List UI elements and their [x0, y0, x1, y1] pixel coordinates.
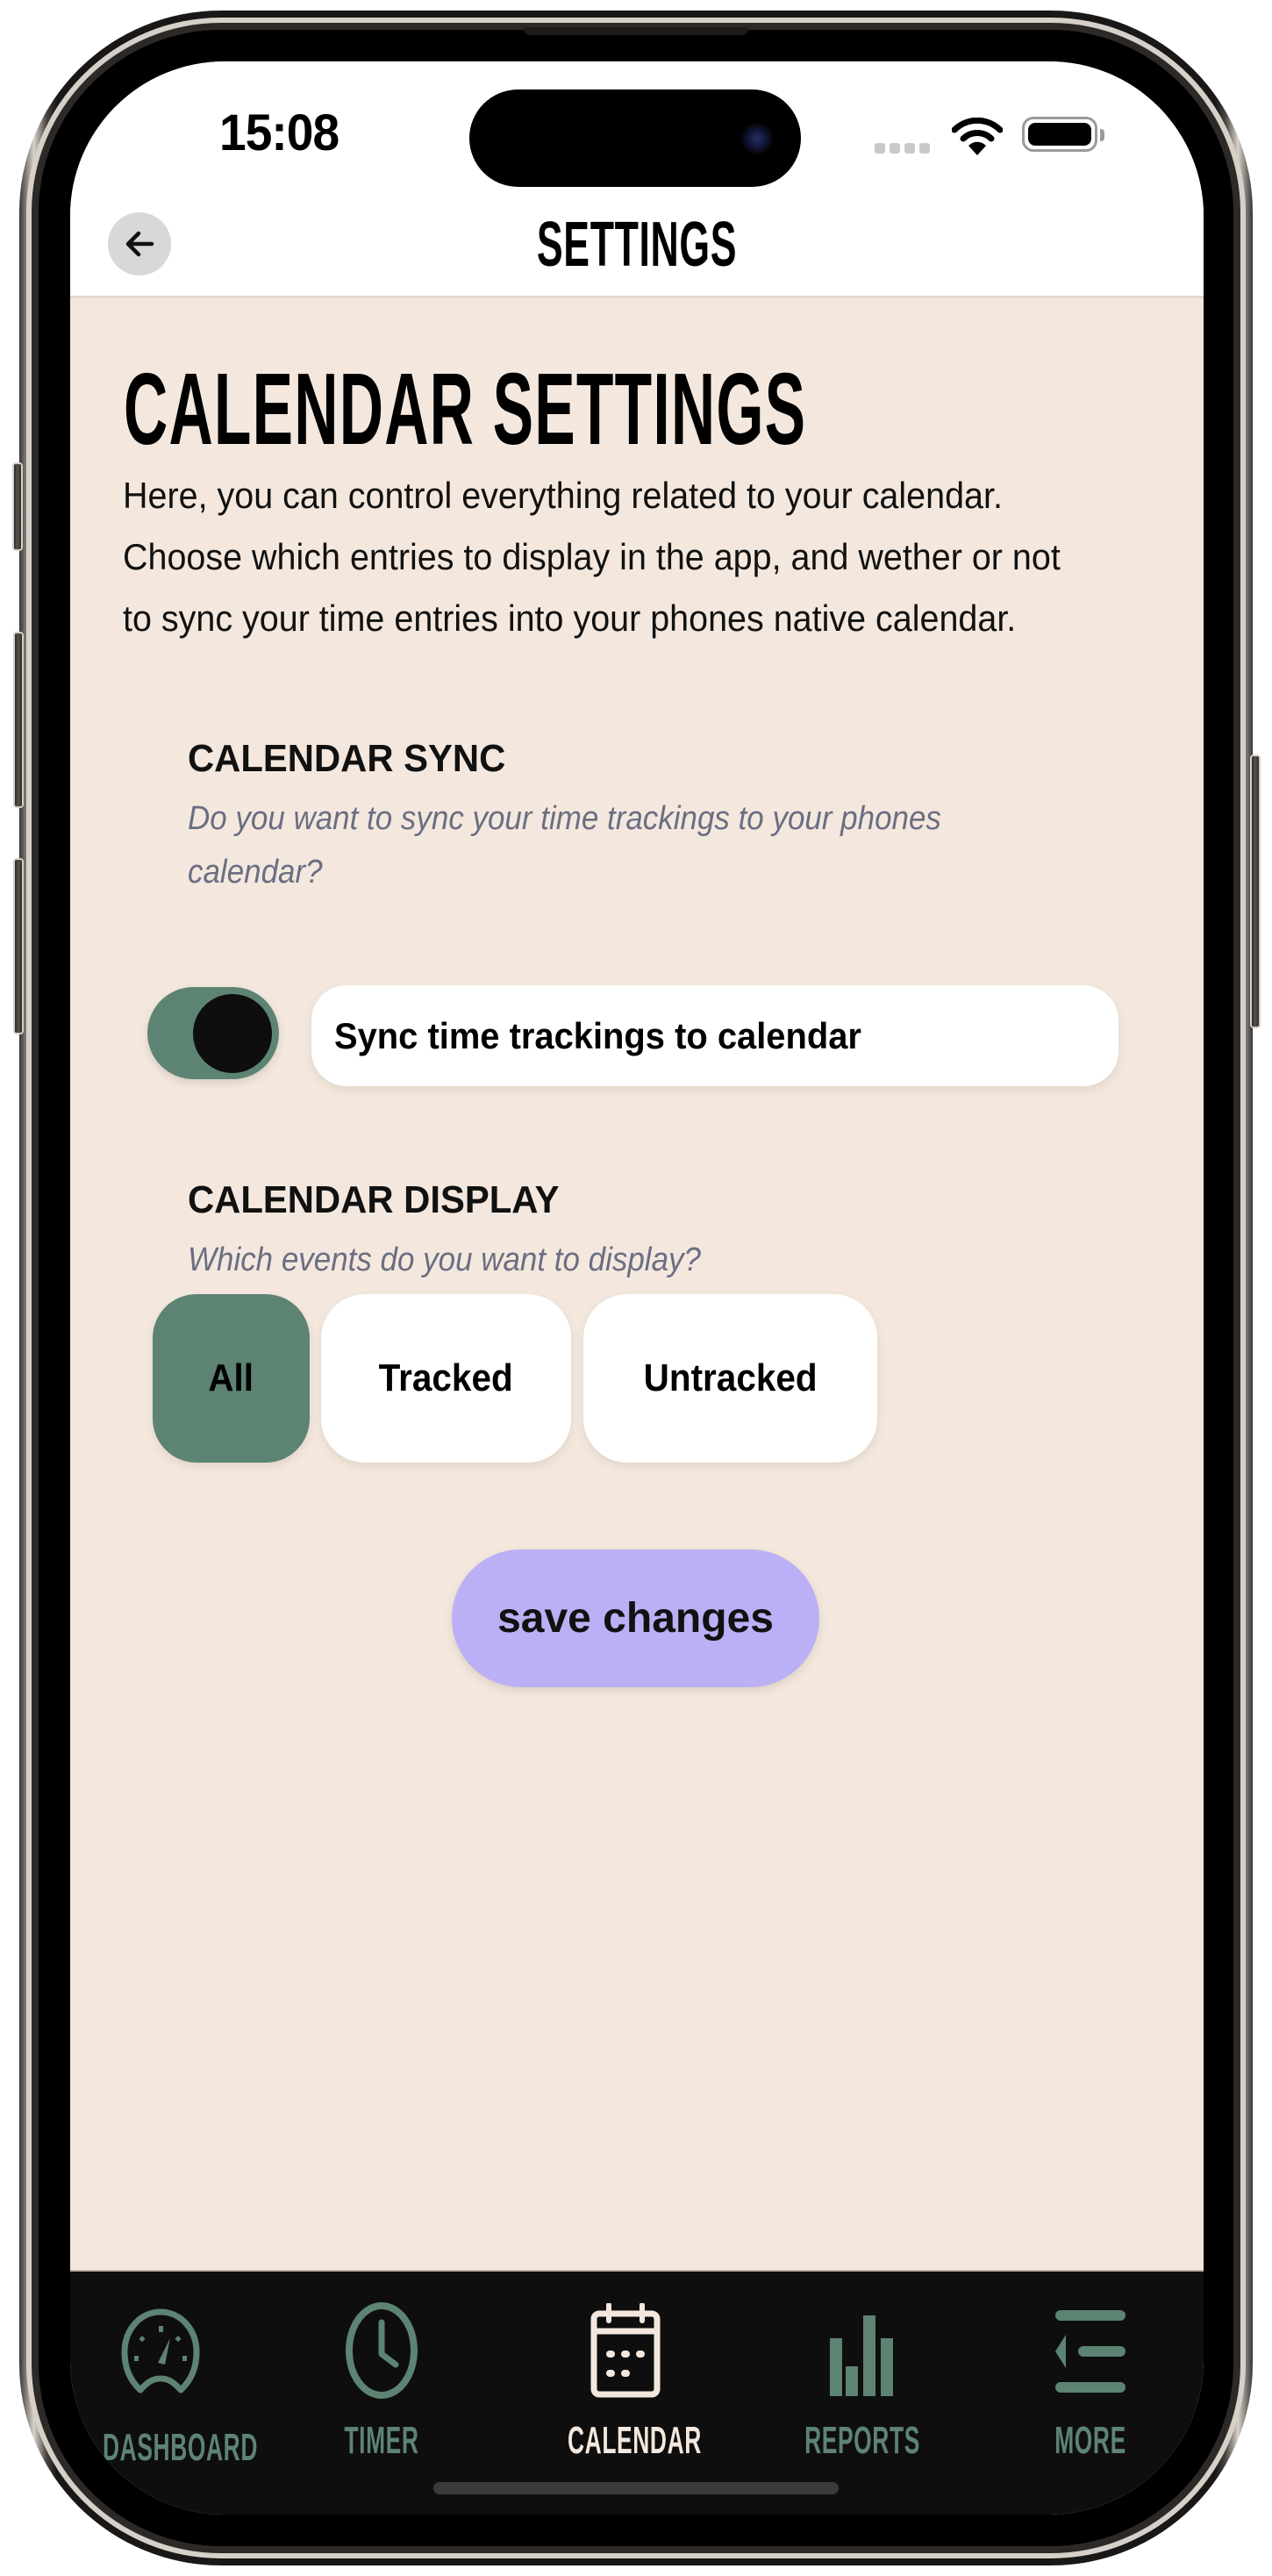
tab-timer-label: TIMER	[344, 2419, 419, 2462]
screen: 15:08 SETTINGS CALENDAR SETTINGS Here, y…	[70, 61, 1204, 2515]
save-changes-label: save changes	[497, 1595, 774, 1642]
filter-tracked-button[interactable]: Tracked	[321, 1294, 571, 1463]
tab-more-label: MORE	[1054, 2419, 1126, 2462]
volume-up-button	[13, 632, 24, 808]
tab-more[interactable]: MORE	[994, 2307, 1187, 2465]
header-title: SETTINGS	[536, 210, 738, 280]
calendar-display-subtitle: Which events do you want to display?	[188, 1241, 701, 1278]
filter-all-label: All	[208, 1356, 254, 1399]
sync-toggle[interactable]	[147, 987, 279, 1079]
action-button	[12, 462, 23, 551]
tab-reports-label: REPORTS	[804, 2419, 920, 2462]
calendar-icon	[590, 2303, 661, 2398]
cellular-signal-icon	[875, 61, 936, 167]
tab-calendar[interactable]: CALENDAR	[529, 2303, 722, 2465]
filter-all-button[interactable]: All	[153, 1294, 310, 1463]
calendar-sync-subtitle: Do you want to sync your time trackings …	[188, 800, 941, 891]
sync-toggle-label: Sync time trackings to calendar	[334, 1014, 861, 1056]
page-intro: Here, you can control everything related…	[123, 475, 1061, 639]
clock-icon	[346, 2302, 418, 2399]
home-indicator[interactable]	[433, 2482, 839, 2494]
save-changes-button[interactable]: save changes	[452, 1549, 819, 1687]
settings-content: CALENDAR SETTINGS Here, you can control …	[70, 298, 1204, 2270]
status-time: 15:08	[219, 104, 339, 161]
tab-calendar-label: CALENDAR	[568, 2419, 702, 2462]
filter-tracked-label: Tracked	[378, 1356, 514, 1399]
front-camera-icon	[741, 123, 773, 154]
back-button[interactable]	[108, 212, 171, 275]
power-button	[1250, 755, 1261, 1028]
tab-bar: DASHBOARD TIMER CALENDAR REPORTS MORE	[70, 2270, 1204, 2515]
tab-reports[interactable]: REPORTS	[766, 2307, 959, 2465]
calendar-sync-title: CALENDAR SYNC	[188, 737, 506, 780]
toggle-knob	[193, 994, 272, 1073]
battery-nub	[1100, 129, 1104, 141]
tab-dashboard[interactable]: DASHBOARD	[70, 2307, 257, 2469]
filter-untracked-label: Untracked	[643, 1356, 818, 1399]
bar-chart-icon	[830, 2315, 893, 2396]
arrow-left-icon	[125, 231, 154, 257]
wifi-icon	[952, 118, 1003, 155]
menu-collapse-icon	[1055, 2310, 1126, 2393]
tab-timer[interactable]: TIMER	[285, 2302, 478, 2465]
app-header: SETTINGS	[70, 210, 1204, 298]
battery-icon	[1022, 117, 1097, 152]
dynamic-island	[469, 89, 801, 187]
speedometer-icon	[121, 2308, 200, 2394]
volume-down-button	[13, 858, 24, 1034]
page-title: CALENDAR SETTINGS	[124, 352, 807, 466]
filter-untracked-button[interactable]: Untracked	[583, 1294, 877, 1463]
calendar-display-title: CALENDAR DISPLAY	[188, 1178, 560, 1221]
sync-toggle-label-box[interactable]: Sync time trackings to calendar	[311, 985, 1118, 1086]
tab-dashboard-label: DASHBOARD	[103, 2426, 258, 2469]
earpiece-speaker	[524, 27, 748, 35]
